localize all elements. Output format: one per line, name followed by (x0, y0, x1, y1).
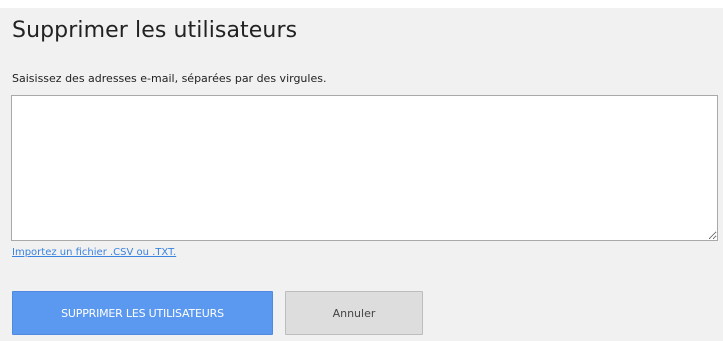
email-addresses-input[interactable] (11, 95, 718, 241)
email-instruction-label: Saisissez des adresses e-mail, séparées … (12, 72, 327, 85)
delete-users-dialog: Supprimer les utilisateurs Saisissez des… (0, 8, 723, 341)
delete-users-button[interactable]: SUPPRIMER LES UTILISATEURS (12, 291, 273, 335)
cancel-button[interactable]: Annuler (285, 291, 423, 335)
dialog-title: Supprimer les utilisateurs (12, 18, 298, 43)
import-file-link[interactable]: Importez un fichier .CSV ou .TXT. (12, 247, 176, 258)
